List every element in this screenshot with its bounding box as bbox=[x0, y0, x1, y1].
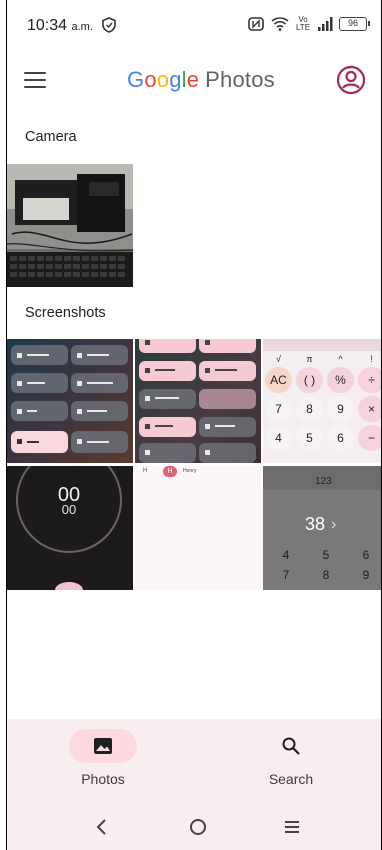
phone-screen: 10:34 a.m. Vo LTE 96 Google Photos Camer… bbox=[6, 0, 382, 850]
calc-key: ( ) bbox=[296, 367, 323, 393]
calc-key: × bbox=[358, 396, 381, 422]
battery-icon: 96 bbox=[339, 17, 370, 31]
back-icon[interactable] bbox=[91, 816, 113, 838]
calc-key: ! bbox=[370, 354, 373, 364]
screenshot-thumbnail[interactable]: 00 00 bbox=[7, 466, 133, 590]
calc-key: 6 bbox=[362, 548, 370, 562]
nav-photos[interactable]: Photos bbox=[43, 729, 163, 787]
status-time: 10:34 a.m. bbox=[27, 17, 93, 34]
logo-google-word: Google bbox=[127, 67, 199, 92]
calc-key: 8 bbox=[296, 396, 323, 422]
calc-key: 4 bbox=[282, 548, 290, 562]
bottom-navigation: Photos Search bbox=[7, 719, 381, 804]
calc-key: ÷ bbox=[358, 367, 381, 393]
menu-button[interactable] bbox=[21, 67, 49, 93]
calc-key: 9 bbox=[327, 396, 354, 422]
calc-key: 7 bbox=[282, 568, 290, 582]
calc-key: 8 bbox=[322, 568, 330, 582]
screenshot-thumbnail[interactable]: 123 38 › 456789 bbox=[263, 466, 381, 590]
calc-key: ^ bbox=[338, 354, 343, 364]
camera-photo-thumbnail[interactable] bbox=[7, 164, 133, 287]
calc-key: AC bbox=[265, 367, 292, 393]
system-navigation bbox=[7, 804, 381, 850]
search-icon bbox=[282, 737, 300, 755]
calc-key: % bbox=[327, 367, 354, 393]
calc-result: 38 bbox=[305, 514, 326, 534]
calc-key: − bbox=[358, 425, 381, 451]
wifi-icon bbox=[271, 17, 289, 31]
timer-seconds: 00 bbox=[61, 502, 77, 517]
logo-letter: o bbox=[156, 67, 170, 92]
screenshot-thumbnail[interactable]: H H Henry bbox=[135, 466, 261, 590]
screenshot-thumbnail[interactable] bbox=[135, 339, 261, 463]
screenshot-thumbnail[interactable]: √ π ^! AC( )% ÷ 7 8 9 × 4 5 6− bbox=[263, 339, 381, 463]
vpn-shield-icon bbox=[102, 17, 116, 33]
recents-icon[interactable] bbox=[281, 816, 303, 838]
logo-letter: e bbox=[186, 67, 200, 92]
camera-photo bbox=[7, 164, 133, 287]
photo-icon bbox=[94, 738, 112, 754]
volte-indicator: Vo LTE bbox=[295, 15, 311, 32]
screenshot-thumbnail[interactable] bbox=[7, 339, 133, 463]
status-bar: 10:34 a.m. Vo LTE 96 bbox=[7, 0, 381, 50]
calc-key: 5 bbox=[296, 425, 323, 451]
calc-key: 4 bbox=[265, 425, 292, 451]
signal-icon bbox=[318, 17, 333, 31]
calc-key: π bbox=[306, 354, 313, 364]
quick-settings-screenshot bbox=[7, 339, 133, 463]
calc-key: 7 bbox=[265, 396, 292, 422]
hamburger-icon bbox=[24, 72, 46, 74]
camera-section-title[interactable]: Camera bbox=[25, 129, 77, 145]
calc-key: 9 bbox=[362, 568, 370, 582]
notif-avatar: H bbox=[163, 466, 177, 477]
nav-photos-pill bbox=[69, 729, 137, 763]
app-bar: Google Photos bbox=[7, 55, 381, 105]
google-photos-logo: Google Photos bbox=[127, 67, 275, 93]
calc-key: 6 bbox=[327, 425, 354, 451]
home-icon[interactable] bbox=[187, 816, 209, 838]
status-right: Vo LTE 96 bbox=[247, 15, 370, 32]
logo-letter: o bbox=[144, 67, 157, 92]
calc-key: 5 bbox=[322, 548, 330, 562]
account-avatar-icon[interactable] bbox=[336, 65, 366, 95]
chevron-right-icon: › bbox=[331, 516, 337, 533]
nav-search-pill bbox=[257, 729, 325, 763]
quick-settings-screenshot bbox=[135, 339, 261, 463]
logo-letter: G bbox=[127, 67, 145, 92]
nav-search[interactable]: Search bbox=[231, 729, 351, 787]
calc-key: √ bbox=[276, 354, 281, 364]
logo-letter: g bbox=[169, 67, 182, 92]
nfc-icon bbox=[248, 17, 264, 31]
logo-photos-word: Photos bbox=[205, 67, 275, 92]
screenshots-section-title[interactable]: Screenshots bbox=[25, 305, 106, 321]
